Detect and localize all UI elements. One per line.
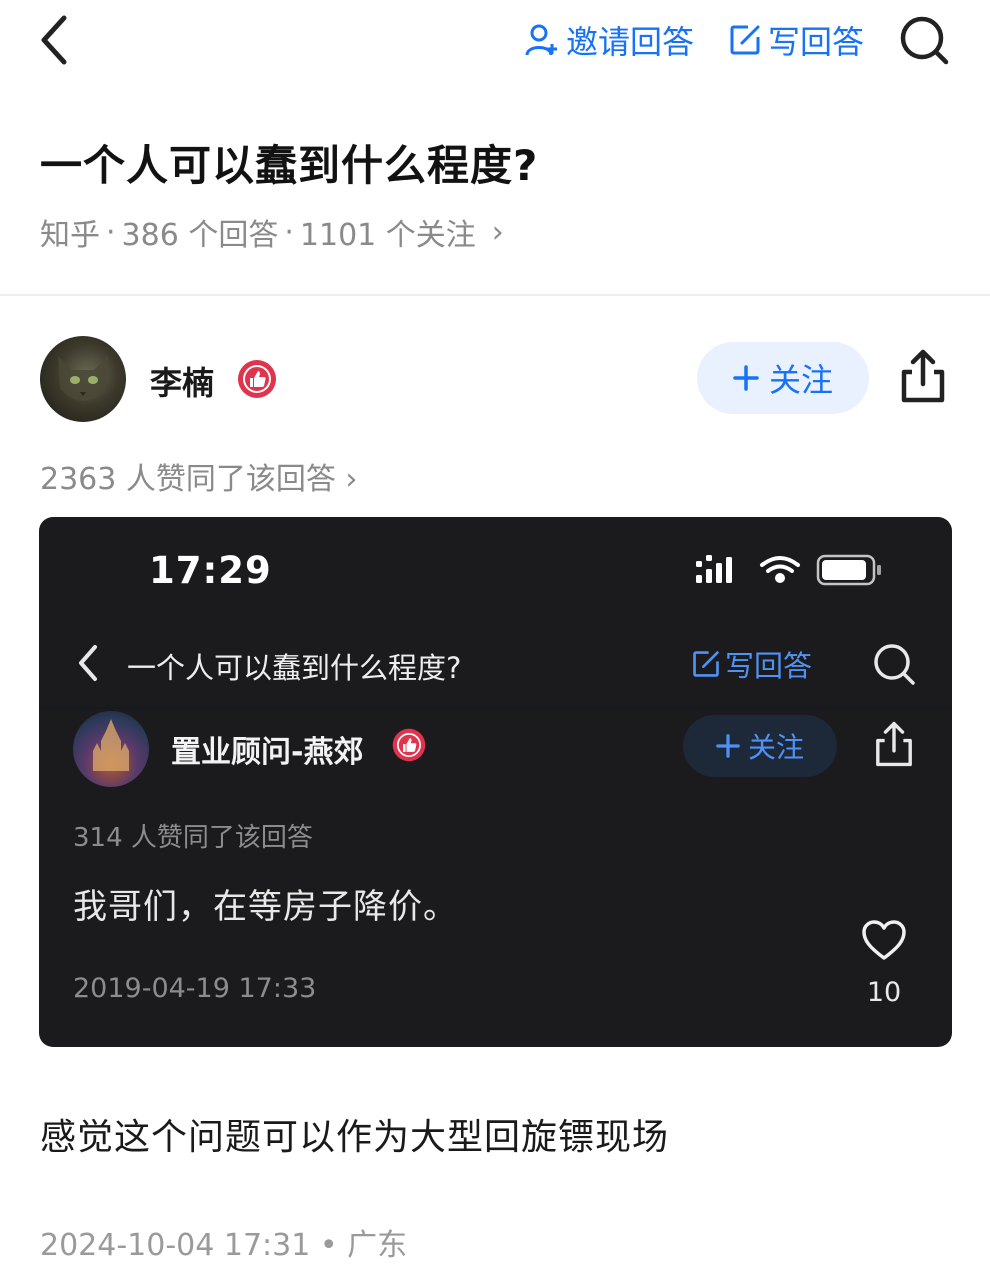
question-meta[interactable]: 知乎 · 386 个回答 · 1101 个关注 › (40, 210, 504, 254)
embedded-answer-text: 我哥们，在等房子降价。 (73, 887, 458, 927)
meta-separator: · (106, 214, 116, 250)
embedded-like-count: 10 (866, 977, 902, 1008)
embedded-divider (39, 707, 952, 709)
write-answer-button[interactable]: 写回答 (728, 18, 864, 62)
wifi-icon (760, 556, 800, 583)
search-button[interactable] (898, 14, 950, 66)
back-icon (79, 645, 97, 681)
embedded-question-title: 一个人可以蠢到什么程度? (127, 651, 462, 685)
embedded-author-name: 置业顾问-燕郊 (171, 735, 364, 770)
cat-avatar-image (58, 356, 108, 401)
edit-icon (693, 651, 719, 677)
plus-icon (733, 365, 759, 391)
embedded-screenshot: 17:29 一个人可以蠢到什么程度? 写回答 置业顾问-燕郊 关注 314 人赞… (39, 517, 952, 1047)
battery-icon (816, 554, 881, 586)
follow-button[interactable]: 关注 (697, 342, 869, 414)
search-icon (874, 644, 915, 685)
embedded-back-button (73, 641, 103, 685)
embedded-upvote-count: 314 人赞同了该回答 (73, 823, 313, 853)
answer-text: 感觉这个问题可以作为大型回旋镖现场 (40, 1117, 670, 1158)
status-time: 17:29 (149, 549, 272, 592)
status-icons (694, 551, 884, 591)
follow-label: 关注 (768, 361, 833, 399)
answer-date: 2024-10-04 17:31 • 广东 (40, 1228, 408, 1263)
signal-icon (696, 555, 732, 583)
thumbs-up-badge-icon (236, 358, 278, 400)
invite-person-icon (525, 24, 557, 56)
embedded-answer-date: 2019-04-19 17:33 (73, 973, 317, 1004)
edit-icon (730, 25, 760, 55)
author-name[interactable]: 李楠 (150, 358, 214, 404)
embedded-avatar (73, 711, 149, 787)
meta-separator: · (284, 214, 294, 250)
heart-icon (861, 919, 907, 961)
divider (0, 294, 990, 296)
embedded-write-label: 写回答 (725, 649, 813, 683)
chevron-right-icon: › (491, 214, 504, 250)
share-icon (901, 349, 945, 403)
embedded-share (871, 717, 917, 771)
question-source: 知乎 (40, 218, 100, 253)
back-icon (41, 15, 67, 65)
embedded-search (871, 641, 917, 687)
share-icon (876, 721, 912, 767)
embedded-follow-button: 关注 (683, 715, 837, 777)
embedded-write-answer: 写回答 (691, 643, 812, 685)
answer-count: 386 个回答 (121, 218, 279, 253)
avatar[interactable] (40, 336, 126, 422)
question-title[interactable]: 一个人可以蠢到什么程度? (40, 132, 538, 193)
upvote-count[interactable]: 2363 人赞同了该回答 › (40, 454, 357, 498)
invite-answer-button[interactable]: 邀请回答 (524, 18, 694, 62)
plus-icon (716, 734, 740, 758)
invite-answer-label: 邀请回答 (566, 23, 695, 61)
follower-count: 1101 个关注 (299, 218, 476, 253)
share-button[interactable] (896, 346, 950, 406)
write-answer-label: 写回答 (768, 23, 865, 61)
back-button[interactable] (34, 12, 78, 68)
search-icon (900, 16, 949, 65)
thumbs-up-badge-icon (391, 727, 427, 763)
embedded-follow-label: 关注 (747, 731, 804, 764)
castle-avatar-image (93, 719, 129, 771)
